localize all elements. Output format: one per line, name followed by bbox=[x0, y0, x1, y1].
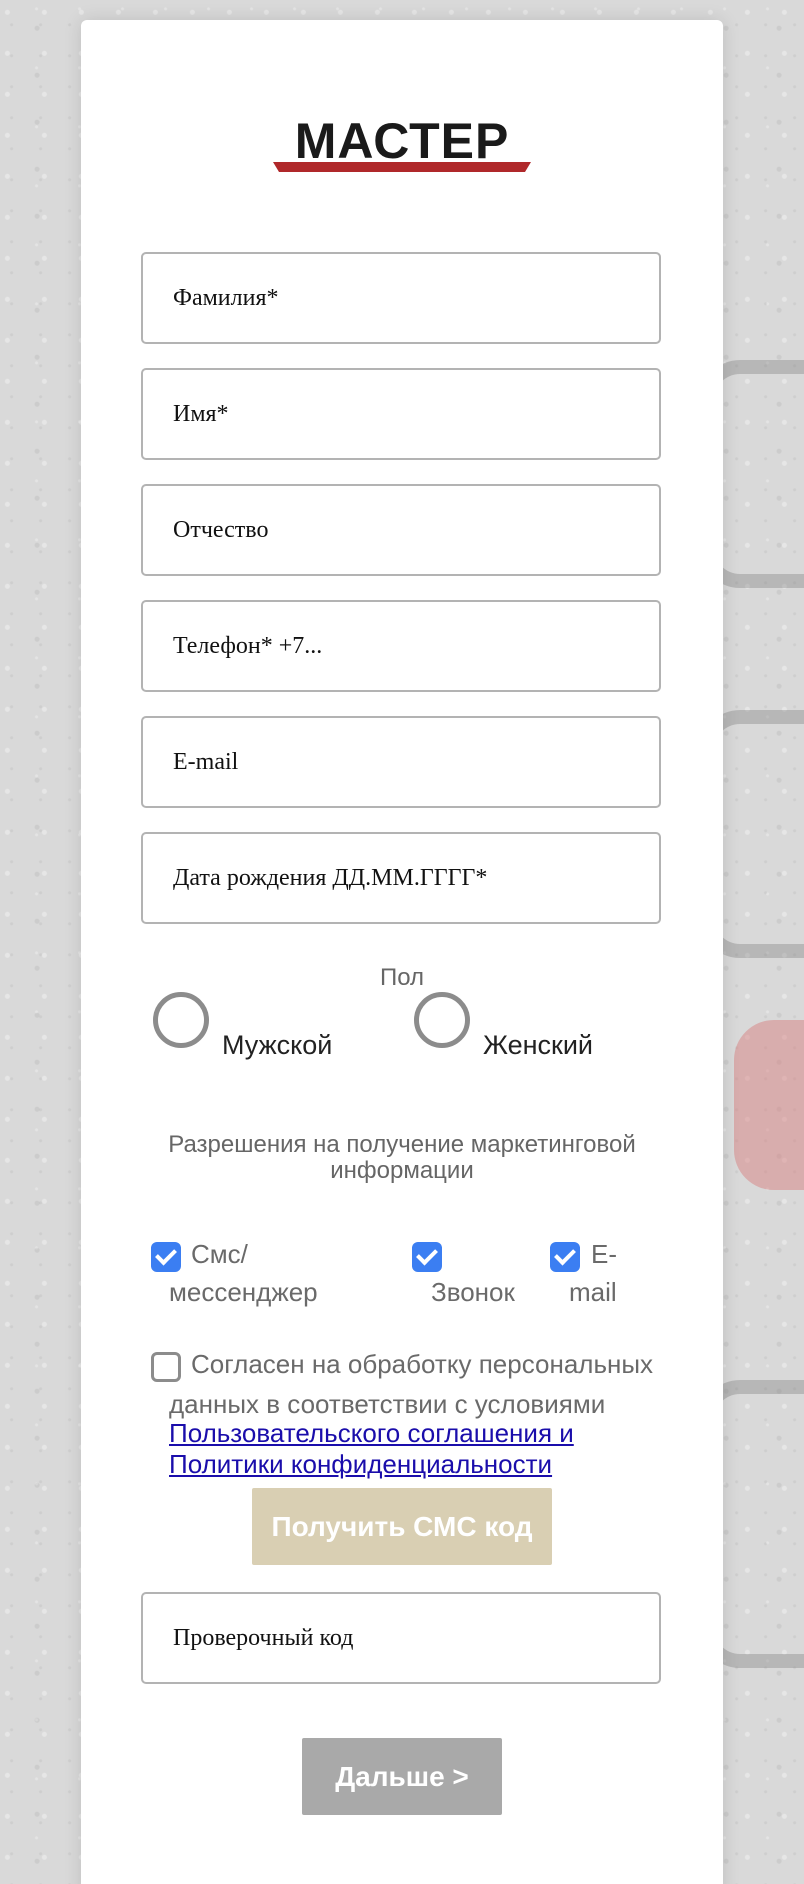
sms-messenger-checkbox[interactable] bbox=[151, 1242, 181, 1272]
first-name-field[interactable] bbox=[141, 368, 661, 460]
gender-female-radio[interactable] bbox=[414, 992, 470, 1048]
gender-male-radio[interactable] bbox=[153, 992, 209, 1048]
email-checkbox[interactable] bbox=[550, 1242, 580, 1272]
consent-text: данных в соответствии с условиями bbox=[169, 1389, 606, 1419]
gender-male-label[interactable]: Мужской bbox=[222, 1030, 332, 1061]
next-button[interactable]: Дальше > bbox=[302, 1738, 502, 1815]
marketing-permissions-heading: Разрешения на получение маркетинговой ин… bbox=[168, 1131, 636, 1184]
email-label[interactable]: mail bbox=[569, 1274, 617, 1310]
last-name-field[interactable] bbox=[141, 252, 661, 344]
sms-messenger-label[interactable]: Смс/ bbox=[191, 1236, 248, 1272]
birthdate-field[interactable] bbox=[141, 832, 661, 924]
background-decor bbox=[734, 1020, 804, 1190]
brand-logo: МАСТЕР bbox=[273, 112, 531, 176]
verification-code-field[interactable] bbox=[141, 1592, 661, 1684]
call-label[interactable]: Звонок bbox=[431, 1274, 515, 1310]
consent-text: Согласен на обработку персональных bbox=[191, 1349, 654, 1379]
patronymic-field[interactable] bbox=[141, 484, 661, 576]
sms-messenger-label[interactable]: мессенджер bbox=[169, 1274, 318, 1310]
email-field[interactable] bbox=[141, 716, 661, 808]
gender-female-label[interactable]: Женский bbox=[483, 1030, 593, 1061]
user-agreement-privacy-policy-link[interactable]: Пользовательского соглашения и Политики … bbox=[169, 1418, 609, 1480]
email-label[interactable]: E- bbox=[591, 1236, 617, 1272]
svg-text:МАСТЕР: МАСТЕР bbox=[295, 113, 510, 169]
gender-title: Пол bbox=[379, 964, 425, 991]
consent-checkbox[interactable] bbox=[151, 1352, 181, 1382]
get-sms-code-button[interactable]: Получить СМС код bbox=[252, 1488, 552, 1565]
registration-card: МАСТЕР Пол Мужской Женский Разрешения на… bbox=[81, 20, 723, 1884]
call-checkbox[interactable] bbox=[412, 1242, 442, 1272]
phone-field[interactable] bbox=[141, 600, 661, 692]
